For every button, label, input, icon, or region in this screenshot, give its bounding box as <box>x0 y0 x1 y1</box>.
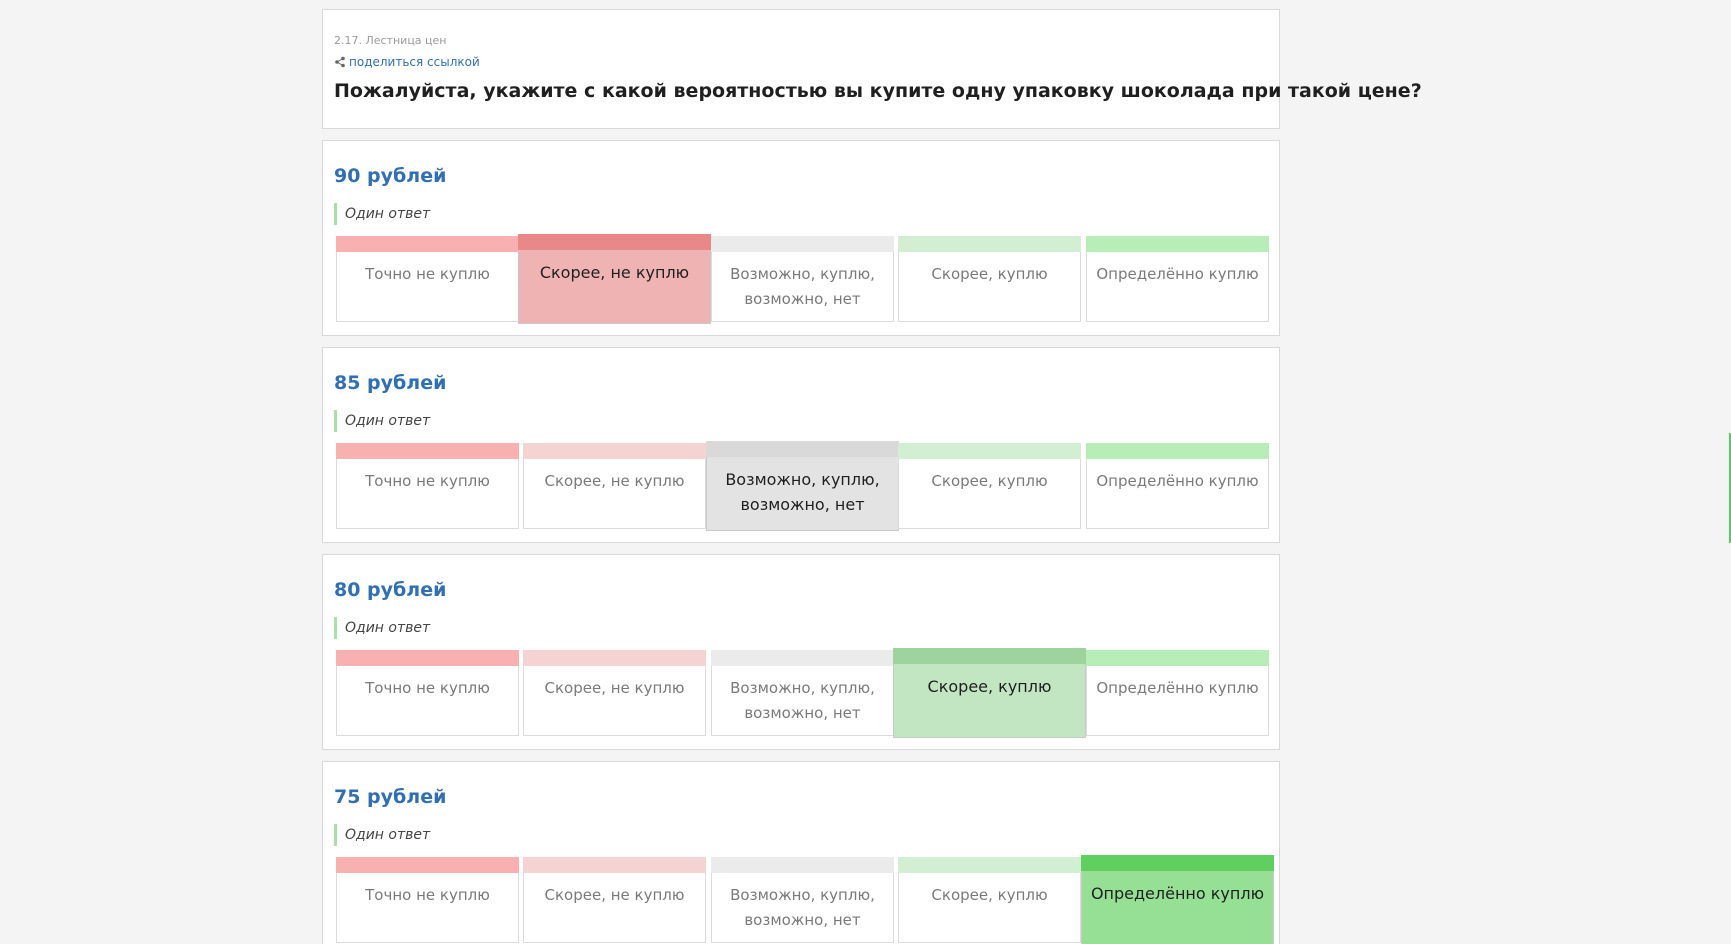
option-maybe[interactable]: Возможно, куплю, возможно, нет <box>706 441 899 531</box>
price-title: 80 рублей <box>334 579 447 601</box>
option-definitely-yes[interactable]: Определённо куплю <box>1086 650 1269 736</box>
option-label: Скорее, куплю <box>931 472 1048 490</box>
option-definitely-yes[interactable]: Определённо куплю <box>1086 443 1269 529</box>
option-maybe[interactable]: Возможно, куплю, возможно, нет <box>711 236 894 322</box>
share-link[interactable]: поделиться ссылкой <box>334 53 1268 71</box>
price-title: 90 рублей <box>334 165 447 187</box>
option-color-bar <box>336 857 519 873</box>
answer-type-hint: Один ответ <box>334 824 430 846</box>
option-color-bar <box>898 236 1081 252</box>
survey-page: 2.17. Лестница цен поделиться ссылкой По… <box>0 0 1731 944</box>
option-color-bar <box>1086 650 1269 666</box>
option-color-bar <box>336 236 519 252</box>
option-color-bar <box>1086 443 1269 459</box>
option-label: Скорее, куплю <box>931 886 1048 904</box>
option-probably-not[interactable]: Скорее, не куплю <box>518 234 711 324</box>
option-probably-not[interactable]: Скорее, не куплю <box>523 650 706 736</box>
option-color-bar <box>893 648 1086 664</box>
option-label: Точно не куплю <box>365 886 490 904</box>
option-label: Определённо куплю <box>1090 884 1265 903</box>
answer-type-hint: Один ответ <box>334 410 430 432</box>
option-probably-yes[interactable]: Скорее, куплю <box>898 857 1081 943</box>
option-color-bar <box>711 236 894 252</box>
share-icon <box>335 56 345 68</box>
option-probably-yes[interactable]: Скорее, куплю <box>893 648 1086 738</box>
option-maybe[interactable]: Возможно, куплю, возможно, нет <box>711 650 894 736</box>
option-color-bar <box>1086 236 1269 252</box>
option-probably-yes[interactable]: Скорее, куплю <box>898 236 1081 322</box>
option-color-bar <box>518 234 711 250</box>
question-header: 2.17. Лестница цен поделиться ссылкой По… <box>322 9 1422 129</box>
option-color-bar <box>523 443 706 459</box>
option-definitely-not[interactable]: Точно не куплю <box>336 236 519 322</box>
option-color-bar <box>711 857 894 873</box>
option-color-bar <box>706 441 899 457</box>
option-color-bar <box>523 857 706 873</box>
option-maybe[interactable]: Возможно, куплю, возможно, нет <box>711 857 894 943</box>
answer-type-hint: Один ответ <box>334 203 430 225</box>
price-question-card: 75 рублей Один ответ Точно не куплю Скорее,… <box>322 761 1280 944</box>
answer-type-hint: Один ответ <box>334 617 430 639</box>
option-color-bar <box>1081 855 1274 871</box>
option-label: Возможно, куплю, возможно, нет <box>725 470 880 514</box>
option-definitely-not[interactable]: Точно не куплю <box>336 857 519 943</box>
option-color-bar <box>336 443 519 459</box>
price-question-card: 80 рублей Один ответ Точно не куплю Скорее,… <box>322 554 1280 750</box>
option-label: Скорее, не куплю <box>544 679 685 697</box>
price-question-card: 85 рублей Один ответ Точно не куплю Скорее,… <box>322 347 1280 543</box>
option-label: Возможно, куплю, возможно, нет <box>730 265 875 308</box>
price-title: 75 рублей <box>334 786 447 808</box>
option-probably-not[interactable]: Скорее, не куплю <box>523 857 706 943</box>
option-label: Скорее, не куплю <box>544 472 685 490</box>
share-link-label: поделиться ссылкой <box>349 55 480 69</box>
option-label: Точно не куплю <box>365 679 490 697</box>
option-label: Возможно, куплю, возможно, нет <box>730 679 875 722</box>
option-color-bar <box>336 650 519 666</box>
option-color-bar <box>898 857 1081 873</box>
option-probably-yes[interactable]: Скорее, куплю <box>898 443 1081 529</box>
option-probably-not[interactable]: Скорее, не куплю <box>523 443 706 529</box>
option-color-bar <box>898 443 1081 459</box>
option-label: Определённо куплю <box>1096 679 1259 697</box>
price-title: 85 рублей <box>334 372 447 394</box>
option-definitely-yes[interactable]: Определённо куплю <box>1081 855 1274 944</box>
question-text: Пожалуйста, укажите с какой вероятностью… <box>334 80 1422 102</box>
option-label: Возможно, куплю, возможно, нет <box>730 886 875 929</box>
option-label: Скорее, куплю <box>931 265 1048 283</box>
option-definitely-yes[interactable]: Определённо куплю <box>1086 236 1269 322</box>
option-color-bar <box>523 650 706 666</box>
option-label: Скорее, не куплю <box>539 263 690 282</box>
option-definitely-not[interactable]: Точно не куплю <box>336 443 519 529</box>
option-label: Точно не куплю <box>365 472 490 490</box>
option-label: Определённо куплю <box>1096 265 1259 283</box>
option-label: Скорее, не куплю <box>544 886 685 904</box>
section-label: 2.17. Лестница цен <box>334 34 447 47</box>
price-question-card: 90 рублей Один ответ Точно не куплю Скорее,… <box>322 140 1280 336</box>
option-color-bar <box>711 650 894 666</box>
option-label: Точно не куплю <box>365 265 490 283</box>
option-definitely-not[interactable]: Точно не куплю <box>336 650 519 736</box>
option-label: Определённо куплю <box>1096 472 1259 490</box>
option-label: Скорее, куплю <box>927 677 1052 696</box>
